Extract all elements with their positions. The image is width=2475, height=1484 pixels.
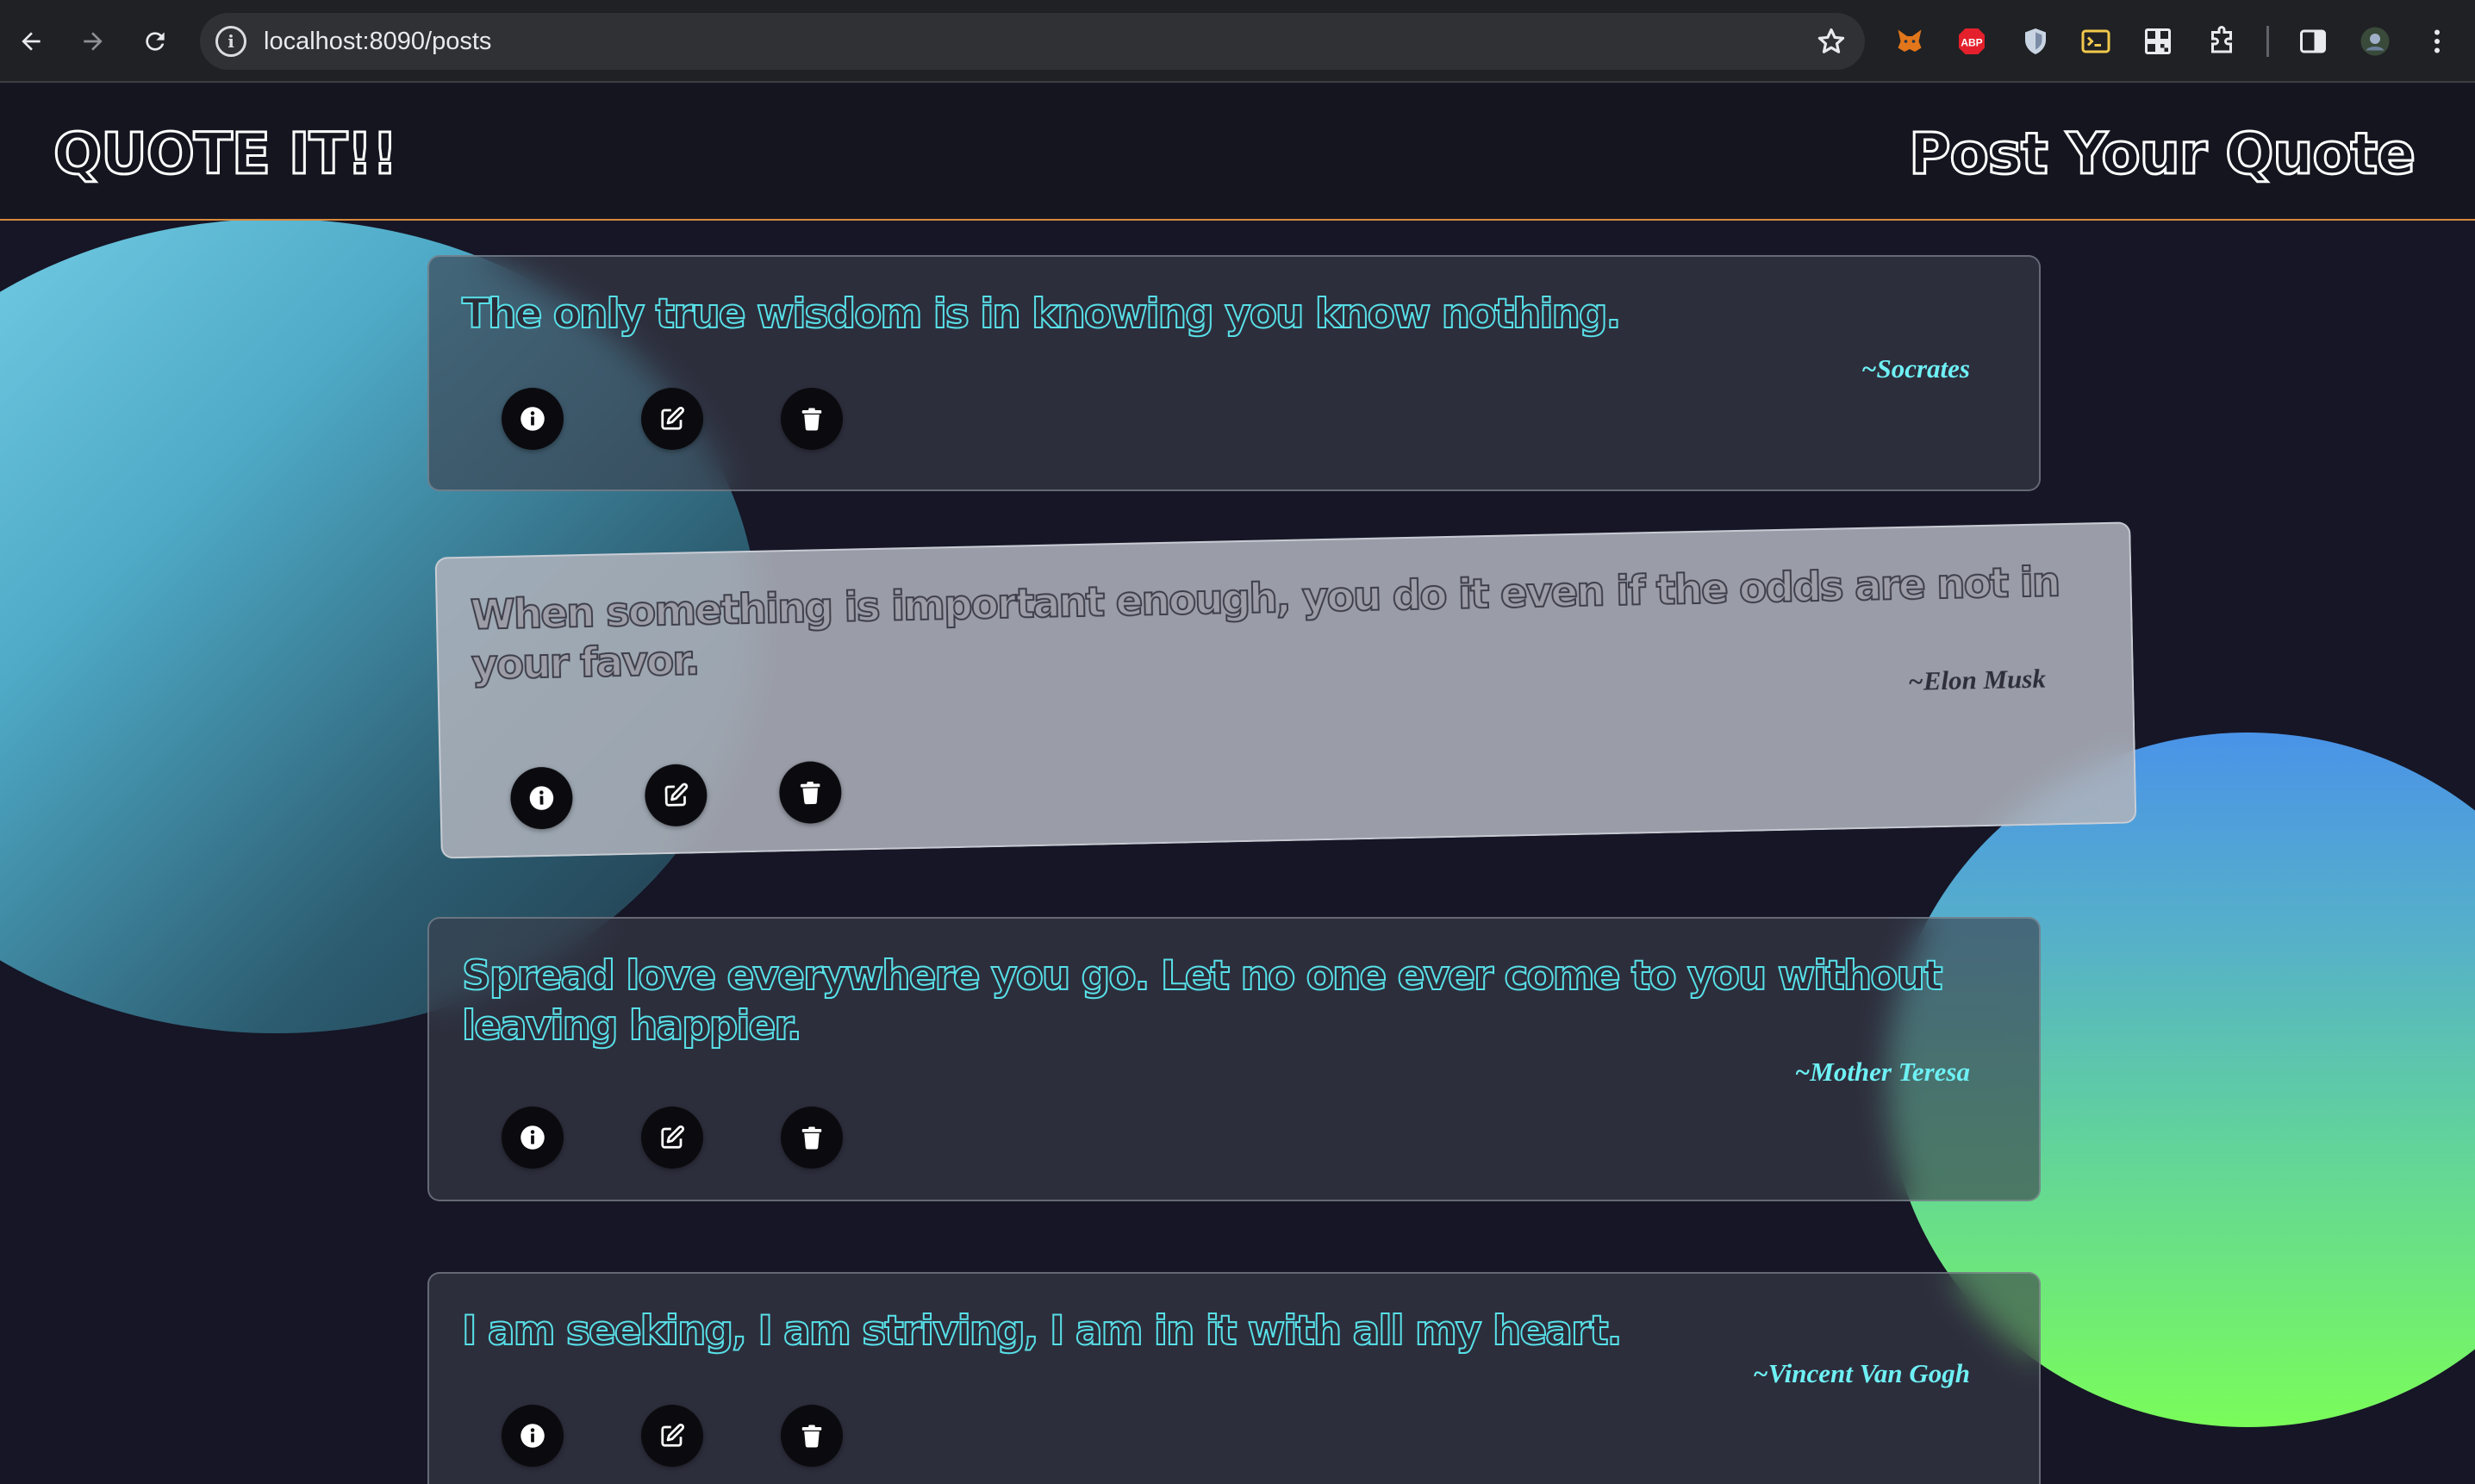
edit-icon [661, 406, 685, 430]
reload-icon [146, 32, 165, 51]
forward-button[interactable] [72, 21, 114, 62]
edit-button[interactable] [641, 1405, 703, 1467]
edit-icon [664, 783, 689, 807]
info-button[interactable] [502, 1405, 564, 1467]
url-text: localhost:8090/posts [264, 28, 492, 55]
profile-avatar-icon[interactable] [2358, 24, 2392, 59]
trash-icon [801, 1126, 822, 1150]
card-actions [502, 388, 843, 450]
back-button[interactable] [10, 21, 52, 62]
quote-text: When something is important enough, you … [469, 558, 2060, 690]
quote-author: ~Socrates [1861, 353, 1970, 383]
info-icon [521, 407, 545, 431]
quote-author: ~Elon Musk [1907, 663, 2047, 696]
quote-text: I am seeking, I am striving, I am in it … [461, 1306, 1623, 1356]
toolbar-divider [2266, 26, 2269, 57]
info-button[interactable] [502, 1107, 564, 1169]
quote-card: The only true wisdom is in knowing you k… [427, 255, 2041, 491]
terminal-icon[interactable] [2079, 24, 2113, 59]
delete-button[interactable] [781, 388, 843, 450]
edit-icon [661, 1125, 685, 1149]
extensions-puzzle-icon[interactable] [2204, 24, 2239, 59]
card-actions [502, 1405, 843, 1467]
quote-card: When something is important enough, you … [434, 521, 2137, 859]
quote-author: ~Vincent Van Gogh [1753, 1358, 1970, 1388]
quote-author: ~Mother Teresa [1794, 1057, 1970, 1087]
post-your-quote-link[interactable]: Post Your Quote [1908, 120, 2417, 189]
info-icon [521, 1424, 545, 1448]
metamask-fox-icon[interactable] [1892, 24, 1927, 59]
trash-icon [801, 1425, 822, 1448]
quote-text: The only true wisdom is in knowing you k… [461, 290, 1622, 339]
side-panel-icon[interactable] [2296, 24, 2330, 59]
arrow-right-icon [84, 32, 103, 51]
edit-icon [661, 1423, 685, 1447]
info-button[interactable] [509, 766, 574, 830]
page-content: QUOTE IT!! Post Your Quote The only true… [0, 84, 2475, 1484]
svg-text:ABP: ABP [1961, 36, 1982, 48]
site-header: QUOTE IT!! Post Your Quote [0, 84, 2475, 221]
site-logo[interactable]: QUOTE IT!! [53, 120, 400, 189]
site-info-icon[interactable]: i [215, 26, 246, 57]
trash-icon [801, 408, 822, 431]
quote-card: Spread love everywhere you go. Let no on… [427, 917, 2041, 1201]
browser-toolbar: i localhost:8090/posts ABP [0, 0, 2475, 83]
card-actions [509, 760, 843, 830]
bookmark-star-icon[interactable] [1815, 25, 1848, 58]
arrow-left-icon [22, 32, 41, 51]
edit-button[interactable] [641, 1107, 703, 1169]
address-bar[interactable]: i localhost:8090/posts [200, 13, 1865, 70]
edit-button[interactable] [641, 388, 703, 450]
delete-button[interactable] [781, 1107, 843, 1169]
adblock-plus-icon[interactable]: ABP [1954, 24, 1989, 59]
quote-card: I am seeking, I am striving, I am in it … [427, 1272, 2041, 1484]
info-button[interactable] [502, 388, 564, 450]
delete-button[interactable] [778, 760, 843, 825]
kebab-menu-icon[interactable] [2420, 24, 2454, 59]
delete-button[interactable] [781, 1405, 843, 1467]
info-icon [521, 1125, 545, 1150]
trash-icon [800, 782, 820, 805]
quote-text: Spread love everywhere you go. Let no on… [461, 951, 1943, 1051]
card-actions [502, 1107, 843, 1169]
edit-button[interactable] [644, 764, 708, 827]
reload-button[interactable] [134, 21, 176, 62]
shield-icon[interactable] [2018, 24, 2053, 59]
info-icon [529, 786, 554, 810]
qr-code-icon[interactable] [2141, 24, 2175, 59]
